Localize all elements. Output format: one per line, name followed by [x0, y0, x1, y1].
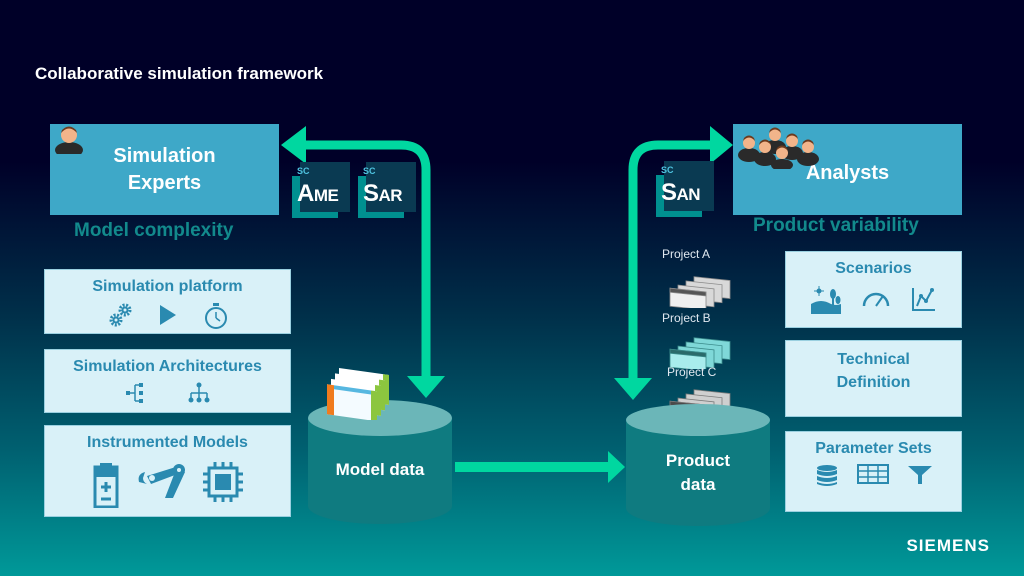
feature-title: Scenarios [835, 260, 912, 277]
feature-title: Technical Definition [836, 351, 911, 392]
database-icon [816, 465, 837, 486]
battery-icon [93, 463, 118, 508]
filter-icon [907, 466, 932, 484]
feature-scenarios: Scenarios [785, 251, 962, 328]
arrowhead-to-product-data [608, 451, 625, 483]
gauge-icon [862, 292, 889, 307]
user-group-icon [738, 127, 819, 169]
stopwatch-icon [204, 303, 227, 329]
product-data-label: Product data [624, 449, 772, 497]
feature-technical-definition: Technical Definition [785, 340, 962, 417]
arrowhead-to-analysts [710, 126, 733, 164]
model-complexity-caption: Model complexity [74, 220, 234, 241]
model-data-label: Model data [335, 460, 425, 479]
tree-left-icon [125, 383, 143, 403]
badge-letter: S [363, 180, 379, 207]
badge-sc-sar[interactable]: SC SAR [358, 162, 416, 220]
arrowhead-to-product-store [614, 378, 652, 400]
gears-icon [109, 303, 131, 327]
badge-suffix: AR [378, 186, 403, 205]
project-a-documents-icon [669, 276, 731, 308]
landscape-icon [810, 286, 841, 314]
feature-simulation-platform: Simulation platform [44, 269, 291, 334]
robot-arm-icon [138, 464, 185, 498]
project-b-label: Project B [662, 311, 711, 325]
badge-letter: A [297, 180, 314, 207]
arrowhead-to-model-data [407, 376, 445, 398]
feature-parameter-sets: Parameter Sets [785, 431, 962, 512]
single-user-icon [55, 126, 83, 154]
badge-prefix: SC [297, 166, 310, 176]
badge-suffix: ME [313, 186, 339, 205]
product-data-label-line1: Product [665, 451, 731, 470]
project-a-label: Project A [662, 247, 711, 261]
feature-simulation-architectures: Simulation Architectures [44, 349, 291, 413]
badge-letter: S [661, 179, 677, 206]
badge-prefix: SC [363, 166, 376, 176]
feature-title: Simulation Architectures [73, 358, 262, 375]
chip-icon [202, 462, 243, 502]
project-c-label: Project C [667, 365, 717, 379]
model-documents-icon [327, 367, 389, 420]
feature-title: Simulation platform [92, 278, 243, 295]
arrowhead-to-experts [281, 126, 306, 164]
table-icon [856, 464, 889, 484]
play-icon [159, 305, 176, 325]
project-b-documents-icon [669, 337, 731, 369]
feature-title: Instrumented Models [87, 434, 248, 451]
product-data-label-line2: data [680, 474, 716, 494]
badge-suffix: AN [676, 185, 701, 204]
badge-sc-ame[interactable]: SC AME [292, 162, 350, 220]
hierarchy-icon [188, 382, 209, 403]
arrow-model-to-product-shaft [455, 462, 615, 472]
feature-title: Parameter Sets [815, 440, 932, 457]
badge-sc-san[interactable]: SC SAN [656, 161, 714, 219]
simulation-experts-label: Simulation Experts [113, 144, 216, 194]
feature-instrumented-models: Instrumented Models [44, 425, 291, 517]
product-variability-caption: Product variability [753, 215, 919, 236]
siemens-logo: SIEMENS [906, 536, 990, 555]
badge-prefix: SC [661, 165, 674, 175]
line-chart-icon [911, 288, 935, 311]
